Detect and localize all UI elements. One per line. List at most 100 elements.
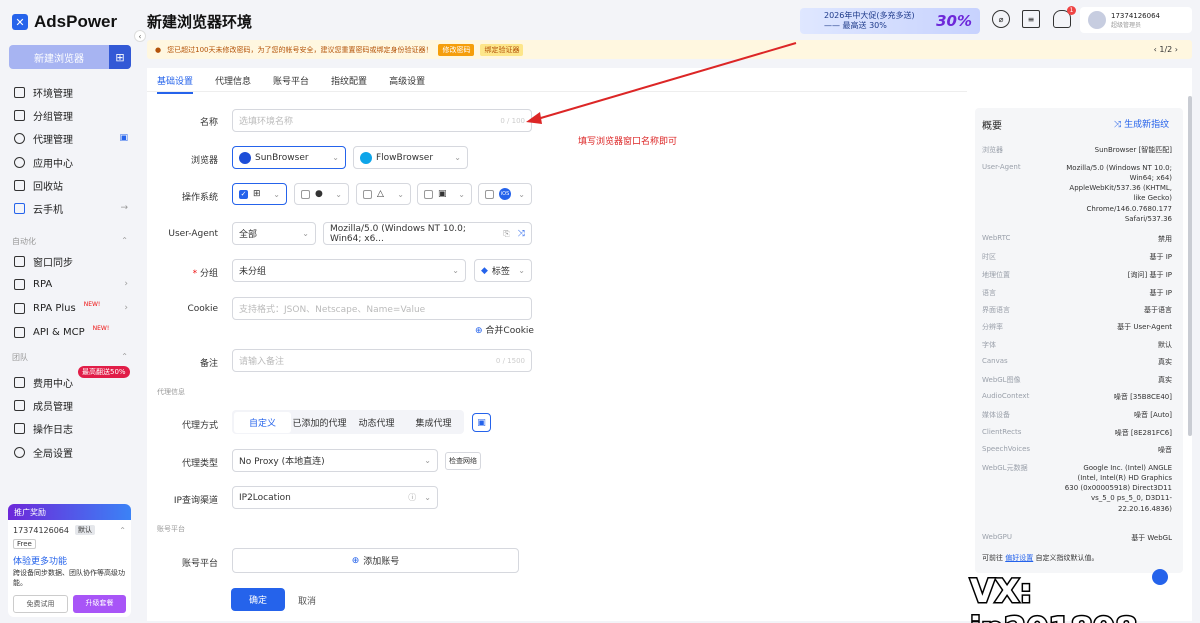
shuffle-icon[interactable]: ⤨ bbox=[518, 229, 525, 239]
sidebar-item-cloud-phone[interactable]: 云手机 → bbox=[14, 198, 136, 218]
chevron-down-icon[interactable]: ⌄ bbox=[332, 153, 339, 162]
new-browser-button[interactable]: 新建浏览器 ⊞ bbox=[9, 45, 131, 69]
chevron-down-icon[interactable]: ⌄ bbox=[424, 493, 431, 502]
summary-value: SunBrowser [智能匹配] bbox=[1094, 146, 1172, 154]
cancel-button[interactable]: 取消 bbox=[298, 594, 316, 607]
generate-fingerprint-button[interactable]: ⤨ 生成新指纹 bbox=[1114, 117, 1169, 130]
proxy-shop-icon[interactable]: ▣ bbox=[472, 413, 491, 432]
rpa-icon bbox=[14, 278, 25, 290]
cloud-phone-icon bbox=[14, 202, 25, 214]
chevron-down-icon[interactable]: ⌄ bbox=[424, 456, 431, 465]
remark-input[interactable]: 请输入备注 0 / 1500 bbox=[232, 349, 532, 372]
checkbox-icon[interactable] bbox=[485, 189, 494, 199]
checkbox-icon[interactable]: ✓ bbox=[239, 189, 248, 199]
summary-key: AudioContext bbox=[982, 392, 1030, 400]
info-icon[interactable]: ⓘ bbox=[408, 492, 416, 503]
summary-row: WebGPU 基于 WebGL bbox=[982, 533, 1172, 543]
chevron-down-icon[interactable]: ⌄ bbox=[452, 266, 459, 275]
member-icon bbox=[14, 399, 25, 411]
os-ios[interactable]: iOS ⌄ bbox=[478, 183, 532, 205]
sidebar-item-rpa-plus[interactable]: RPA Plus NEW! › bbox=[14, 298, 136, 318]
sidebar-item-logs[interactable]: 操作日志 bbox=[14, 418, 136, 438]
ua-filter-select[interactable]: 全部 ⌄ bbox=[232, 222, 316, 245]
upgrade-button[interactable]: 升级套餐 bbox=[73, 594, 126, 613]
sidebar-item-members[interactable]: 成员管理 bbox=[14, 395, 136, 415]
section-team[interactable]: 团队 ⌃ bbox=[12, 352, 128, 363]
section-automation[interactable]: 自动化 ⌃ bbox=[12, 236, 128, 247]
chevron-down-icon[interactable]: ⌄ bbox=[397, 190, 404, 199]
summary-key: 地理位置 bbox=[982, 271, 1010, 279]
preference-link[interactable]: 偏好设置 bbox=[1005, 554, 1033, 562]
notif-count-badge: 1 bbox=[1067, 6, 1076, 15]
bind-authenticator-button[interactable]: 绑定验证器 bbox=[480, 43, 524, 56]
user-menu[interactable]: 17374126064 超级管理员 bbox=[1080, 7, 1192, 33]
scrollbar[interactable] bbox=[1188, 96, 1192, 436]
chevron-down-icon[interactable]: ⌄ bbox=[454, 153, 461, 162]
sidebar-item-sync[interactable]: 窗口同步 bbox=[14, 251, 136, 271]
page-title: 新建浏览器环境 bbox=[147, 13, 253, 31]
chevron-down-icon[interactable]: ⌄ bbox=[518, 266, 525, 275]
browser-flowbrowser[interactable]: FlowBrowser ⌄ bbox=[353, 146, 468, 169]
summary-row: SpeechVoices 噪音 bbox=[982, 445, 1172, 455]
collapse-sidebar-icon[interactable]: ‹ bbox=[134, 30, 146, 42]
plan-badge: Free bbox=[13, 539, 36, 549]
promo-banner[interactable]: 2026年中大促(多充多送) —— 最高送 30% 30% bbox=[800, 8, 980, 34]
confirm-button[interactable]: 确定 bbox=[231, 588, 285, 611]
sidebar-item-trash[interactable]: 回收站 bbox=[14, 175, 136, 195]
sidebar-item-env[interactable]: 环境管理 bbox=[14, 82, 136, 102]
plus-circle-icon: ⊕ bbox=[475, 326, 483, 336]
task-list-icon[interactable]: ≡ bbox=[1022, 10, 1040, 28]
summary-value: 禁用 bbox=[1158, 235, 1172, 243]
proxy-tab-custom[interactable]: 自定义 bbox=[234, 411, 291, 433]
os-linux[interactable]: △ ⌄ bbox=[356, 183, 411, 205]
os-windows[interactable]: ✓ ⊞ ⌄ bbox=[232, 183, 287, 205]
shop-icon[interactable]: ▣ bbox=[119, 133, 128, 143]
chevron-down-icon[interactable]: ⌄ bbox=[458, 190, 465, 199]
sidebar-item-apps[interactable]: 应用中心 bbox=[14, 152, 136, 172]
sidebar-item-rpa[interactable]: RPA › bbox=[14, 274, 136, 294]
annotation-arrow bbox=[526, 42, 797, 124]
support-icon[interactable]: ⌀ bbox=[992, 10, 1010, 28]
chevron-down-icon[interactable]: ⌄ bbox=[302, 229, 309, 238]
check-network-button[interactable]: 检查网络 bbox=[445, 452, 481, 470]
proxy-tab-added[interactable]: 已添加的代理 bbox=[291, 412, 348, 433]
ip-channel-select[interactable]: IP2Location ⓘ ⌄ bbox=[232, 486, 438, 509]
ua-value-input[interactable]: Mozilla/5.0 (Windows NT 10.0; Win64; x6.… bbox=[323, 222, 532, 245]
copy-icon[interactable]: ⎘ bbox=[503, 229, 509, 239]
promo-head[interactable]: 推广奖励 bbox=[8, 504, 131, 520]
import-icon[interactable]: ⊞ bbox=[109, 45, 131, 69]
checkbox-icon[interactable] bbox=[301, 189, 310, 199]
group-select[interactable]: 未分组 ⌄ bbox=[232, 259, 466, 282]
change-password-button[interactable]: 修改密码 bbox=[438, 43, 475, 56]
cookie-input[interactable]: 支持格式：JSON、Netscape、Name=Value bbox=[232, 297, 532, 320]
chevron-down-icon[interactable]: ⌄ bbox=[335, 190, 342, 199]
checkbox-icon[interactable] bbox=[424, 189, 433, 199]
proxy-type-select[interactable]: No Proxy (本地直连) ⌄ bbox=[232, 449, 438, 472]
free-trial-button[interactable]: 免费试用 bbox=[13, 594, 68, 613]
sidebar-item-group[interactable]: 分组管理 bbox=[14, 105, 136, 125]
sidebar-item-settings[interactable]: 全局设置 bbox=[14, 442, 136, 462]
chevron-icon[interactable]: ⌃ bbox=[119, 526, 126, 535]
chevron-down-icon[interactable]: ⌄ bbox=[518, 190, 525, 199]
tag-select[interactable]: ◆ 标签 ⌄ bbox=[474, 259, 532, 282]
proxy-tab-integrated[interactable]: 集成代理 bbox=[405, 412, 462, 433]
promo-default-tag: 默认 bbox=[75, 525, 95, 535]
app-logo[interactable]: ✕ AdsPower bbox=[12, 12, 117, 32]
summary-key: 时区 bbox=[982, 253, 996, 261]
sidebar-item-api[interactable]: API & MCP NEW! bbox=[14, 322, 136, 342]
os-macos[interactable]: ● ⌄ bbox=[294, 183, 349, 205]
summary-key: User-Agent bbox=[982, 163, 1021, 171]
sidebar-item-billing[interactable]: 费用中心 bbox=[14, 372, 136, 392]
proxy-tab-dynamic[interactable]: 动态代理 bbox=[348, 412, 405, 433]
os-android[interactable]: ▣ ⌄ bbox=[417, 183, 472, 205]
add-account-button[interactable]: ⊕ 添加账号 bbox=[232, 548, 519, 573]
browser-sunbrowser[interactable]: SunBrowser ⌄ bbox=[232, 146, 346, 169]
name-input[interactable]: 选填环境名称 0 / 100 bbox=[232, 109, 532, 132]
app-center-icon bbox=[14, 156, 25, 168]
merge-cookie-button[interactable]: ⊕ 合并Cookie bbox=[475, 323, 534, 336]
chevron-down-icon[interactable]: ⌄ bbox=[273, 190, 280, 199]
sidebar-item-proxy[interactable]: 代理管理 ▣ bbox=[14, 128, 136, 148]
notice-pager[interactable]: ‹ 1/2 › bbox=[1154, 45, 1178, 54]
checkbox-icon[interactable] bbox=[363, 189, 372, 199]
name-label: 名称 bbox=[199, 118, 218, 128]
